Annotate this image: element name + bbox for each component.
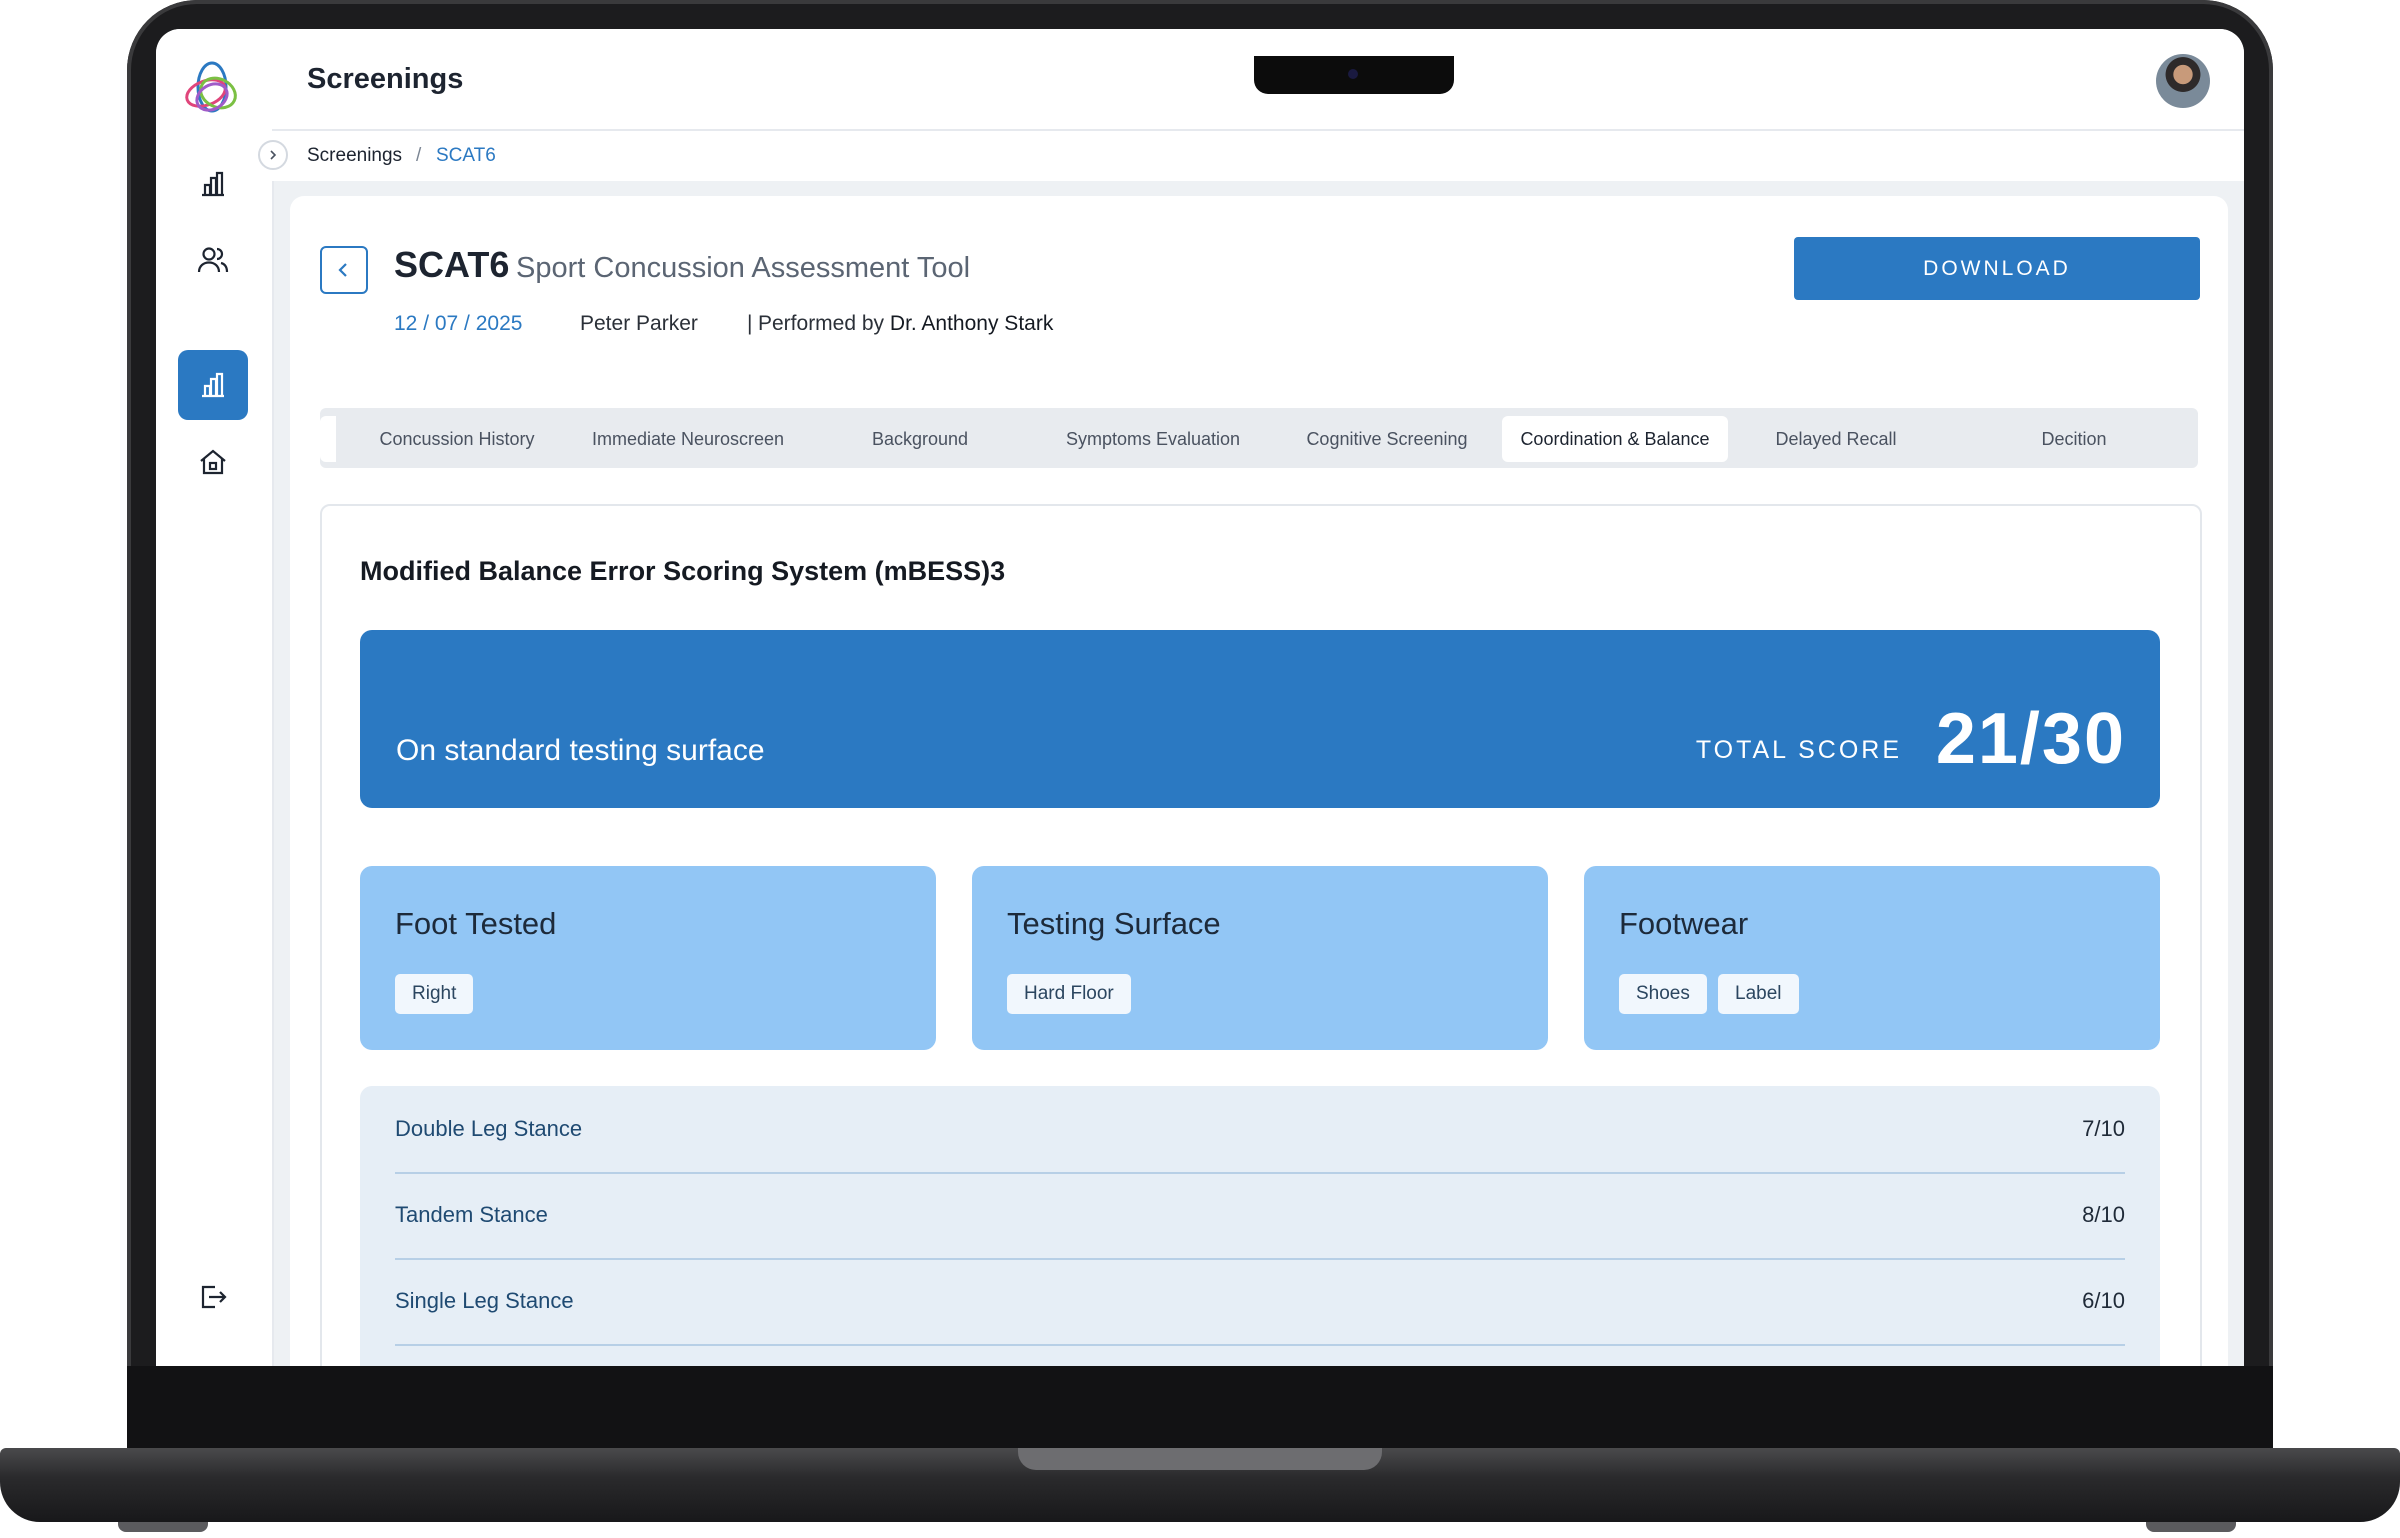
stance-label: Double Leg Stance xyxy=(395,1116,583,1141)
chip-hard-floor: Hard Floor xyxy=(1007,974,1131,1014)
section-tabs: Concussion History Immediate Neuroscreen… xyxy=(320,408,2198,468)
chip-shoes: Shoes xyxy=(1619,974,1707,1014)
assessment-name: Sport Concussion Assessment Tool xyxy=(516,252,971,284)
laptop-foot xyxy=(118,1522,208,1532)
tab-decition[interactable]: Decition xyxy=(1974,416,2174,462)
app-logo xyxy=(185,61,237,113)
table-row: Tandem Stance 8/10 xyxy=(395,1172,2125,1260)
nav-users[interactable] xyxy=(178,225,248,295)
performed-by-label: Performed by xyxy=(758,312,885,335)
stance-score: 8/10 xyxy=(2082,1202,2125,1227)
performed-by-name: Dr. Anthony Stark xyxy=(889,312,1054,335)
tile-footwear: Footwear Shoes Label xyxy=(1584,866,2160,1050)
nav-screenings[interactable] xyxy=(178,350,248,420)
total-score-value: 21/30 xyxy=(1935,699,2126,779)
nav-dashboard[interactable] xyxy=(178,149,248,219)
logout-icon xyxy=(201,1285,227,1309)
camera xyxy=(1348,69,1358,79)
laptop-foot xyxy=(2146,1522,2236,1532)
users-icon xyxy=(197,247,229,273)
breadcrumb: Screenings / SCAT6 xyxy=(272,131,2244,181)
tab-symptoms-evaluation[interactable]: Symptoms Evaluation xyxy=(1040,416,1266,462)
stance-label: Single Leg Stance xyxy=(395,1288,574,1313)
meta-separator: | xyxy=(747,312,753,335)
chip-label: Label xyxy=(1718,974,1799,1014)
app-screen: Screenings Screenings / SCAT6 SCAT6 Spor… xyxy=(156,29,2244,1366)
sidebar xyxy=(156,29,274,1366)
breadcrumb-screenings[interactable]: Screenings xyxy=(307,145,402,167)
section-title: Modified Balance Error Scoring System (m… xyxy=(360,556,1006,586)
download-button[interactable]: DOWNLOAD xyxy=(1794,237,2200,300)
page-title: Screenings xyxy=(307,63,464,95)
tile-label: Foot Tested xyxy=(395,906,557,941)
user-avatar[interactable] xyxy=(2156,54,2210,108)
stance-scores: Double Leg Stance 7/10 Tandem Stance 8/1… xyxy=(360,1086,2160,1366)
tab-concussion-history[interactable]: Concussion History xyxy=(360,416,554,462)
tabs-scroll-edge xyxy=(320,416,336,462)
tab-immediate-neuroscreen[interactable]: Immediate Neuroscreen xyxy=(576,416,800,462)
laptop-hinge xyxy=(127,1366,2273,1448)
tile-label: Footwear xyxy=(1619,906,1749,941)
performed-by: Performed by Dr. Anthony Stark xyxy=(758,312,1053,336)
chip-right: Right xyxy=(395,974,474,1014)
laptop-opening-notch xyxy=(1018,1448,1382,1470)
chevron-right-icon xyxy=(270,150,277,160)
chevron-left-icon xyxy=(338,263,347,277)
tab-coordination-balance[interactable]: Coordination & Balance xyxy=(1502,416,1728,462)
assessment-card: SCAT6 Sport Concussion Assessment Tool 1… xyxy=(290,196,2228,1366)
stance-score: 7/10 xyxy=(2082,1116,2125,1141)
stance-label: Tandem Stance xyxy=(395,1202,548,1227)
bar-chart-icon xyxy=(202,372,224,398)
logout-button[interactable] xyxy=(178,1262,248,1332)
score-banner: On standard testing surface TOTAL SCORE … xyxy=(360,630,2160,808)
stance-score: 6/10 xyxy=(2082,1288,2125,1313)
table-row: Double Leg Stance 7/10 xyxy=(395,1086,2125,1174)
tile-label: Testing Surface xyxy=(1007,906,1221,941)
table-row: Single Leg Stance 6/10 xyxy=(395,1258,2125,1346)
home-icon xyxy=(200,449,226,475)
tab-cognitive-screening[interactable]: Cognitive Screening xyxy=(1280,416,1494,462)
breadcrumb-current: SCAT6 xyxy=(436,145,496,166)
mbess-panel: Modified Balance Error Scoring System (m… xyxy=(320,504,2202,1366)
tab-delayed-recall[interactable]: Delayed Recall xyxy=(1744,416,1928,462)
assessment-date: 12 / 07 / 2025 xyxy=(394,312,523,335)
sidebar-collapse-button[interactable] xyxy=(258,140,288,170)
back-button[interactable] xyxy=(320,246,368,294)
tab-background[interactable]: Background xyxy=(820,416,1020,462)
athlete-name: Peter Parker xyxy=(580,312,698,335)
bar-chart-icon xyxy=(202,171,224,197)
tile-testing-surface: Testing Surface Hard Floor xyxy=(972,866,1548,1050)
tile-foot-tested: Foot Tested Right xyxy=(360,866,936,1050)
assessment-code: SCAT6 xyxy=(394,244,510,285)
nav-home[interactable] xyxy=(178,427,248,497)
breadcrumb-separator: / xyxy=(416,145,422,166)
total-score-label: TOTAL SCORE xyxy=(1695,736,1902,764)
testing-surface-heading: On standard testing surface xyxy=(396,734,765,767)
